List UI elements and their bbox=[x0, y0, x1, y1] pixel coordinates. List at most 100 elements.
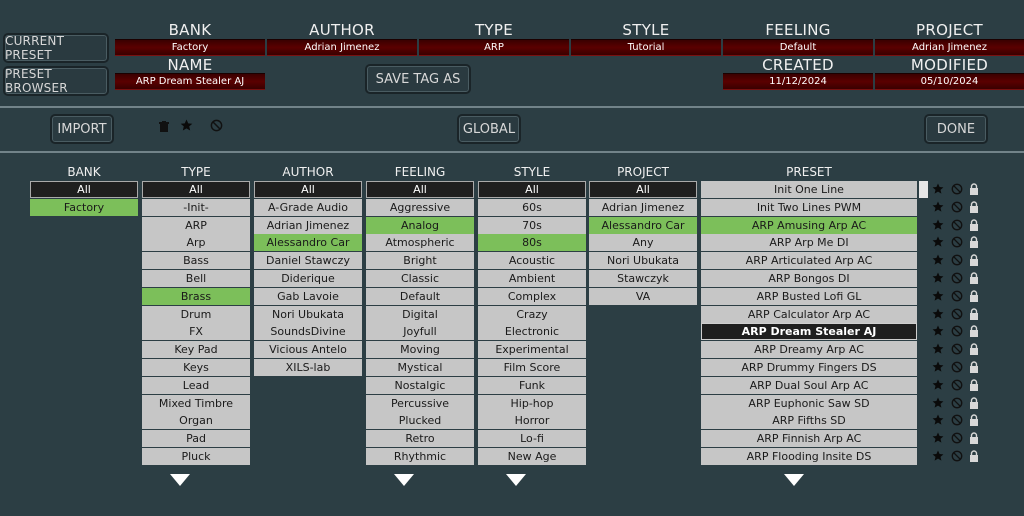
no-icon[interactable] bbox=[951, 325, 965, 339]
preset-list-item[interactable]: ARP Amusing Arp AC bbox=[701, 216, 917, 234]
type-list-item[interactable]: Pluck bbox=[142, 448, 250, 465]
no-icon[interactable] bbox=[951, 236, 965, 250]
lock-icon[interactable] bbox=[969, 218, 983, 233]
save-tag-as-button[interactable]: SAVE TAG AS bbox=[365, 64, 471, 94]
preset-scroll-down-icon[interactable] bbox=[784, 474, 804, 486]
no-icon[interactable] bbox=[951, 272, 965, 286]
style-list-item[interactable]: Film Score bbox=[478, 359, 586, 376]
trash-icon[interactable] bbox=[158, 121, 172, 135]
bank-all-item[interactable]: All bbox=[30, 181, 138, 198]
preset-browser-button[interactable]: PRESET BROWSER bbox=[3, 66, 109, 96]
star-icon[interactable] bbox=[180, 119, 194, 133]
author-list-item[interactable]: SoundsDivine bbox=[254, 323, 362, 341]
type-list-item[interactable]: Bass bbox=[142, 252, 250, 270]
star-icon[interactable] bbox=[932, 343, 946, 357]
preset-list-item[interactable]: ARP Arp Me DI bbox=[701, 234, 917, 252]
name-field[interactable]: ARP Dream Stealer AJ bbox=[115, 73, 265, 90]
type-list-item[interactable]: Drum bbox=[142, 305, 250, 323]
author-list-item[interactable]: Vicious Antelo bbox=[254, 341, 362, 359]
style-list-item[interactable]: Experimental bbox=[478, 341, 586, 359]
feeling-list-item[interactable]: Percussive bbox=[366, 394, 474, 412]
star-icon[interactable] bbox=[932, 290, 946, 304]
feeling-list-item[interactable]: Classic bbox=[366, 270, 474, 287]
star-icon[interactable] bbox=[932, 254, 946, 268]
preset-list-item[interactable]: ARP Calculator Arp AC bbox=[701, 305, 917, 323]
preset-list-item[interactable]: Init Two Lines PWM bbox=[701, 198, 917, 216]
style-list-item[interactable]: Acoustic bbox=[478, 252, 586, 270]
preset-list-item[interactable]: ARP Drummy Fingers DS bbox=[701, 359, 917, 376]
no-icon[interactable] bbox=[951, 450, 965, 464]
bank-field[interactable]: Factory bbox=[115, 39, 265, 56]
feeling-list-item[interactable]: Aggressive bbox=[366, 198, 474, 216]
type-list-item[interactable]: Arp bbox=[142, 234, 250, 252]
star-icon[interactable] bbox=[932, 183, 946, 197]
type-list-item[interactable]: -Init- bbox=[142, 198, 250, 216]
star-icon[interactable] bbox=[932, 272, 946, 286]
feeling-list-item[interactable]: Bright bbox=[366, 252, 474, 270]
type-list-item[interactable]: Pad bbox=[142, 430, 250, 448]
feeling-list-item[interactable]: Atmospheric bbox=[366, 234, 474, 252]
project-list-item[interactable]: Alessandro Car bbox=[589, 216, 697, 234]
no-icon[interactable] bbox=[951, 397, 965, 411]
lock-icon[interactable] bbox=[969, 307, 983, 322]
no-icon[interactable] bbox=[951, 254, 965, 268]
lock-icon[interactable] bbox=[969, 379, 983, 393]
feeling-list-item[interactable]: Rhythmic bbox=[366, 448, 474, 465]
preset-list-item[interactable]: ARP Dream Stealer AJ bbox=[701, 323, 917, 341]
type-all-item[interactable]: All bbox=[142, 181, 250, 198]
lock-icon[interactable] bbox=[969, 290, 983, 304]
author-list-item[interactable]: Gab Lavoie bbox=[254, 287, 362, 305]
no-icon[interactable] bbox=[210, 119, 224, 133]
style-list-item[interactable]: Funk bbox=[478, 376, 586, 394]
lock-icon[interactable] bbox=[969, 201, 983, 215]
style-all-item[interactable]: All bbox=[478, 181, 586, 198]
type-list-item[interactable]: Lead bbox=[142, 376, 250, 394]
import-button[interactable]: IMPORT bbox=[50, 114, 114, 144]
current-preset-button[interactable]: CURRENT PRESET bbox=[3, 33, 109, 63]
feeling-all-item[interactable]: All bbox=[366, 181, 474, 198]
preset-list-item[interactable]: ARP Articulated Arp AC bbox=[701, 252, 917, 270]
author-all-item[interactable]: All bbox=[254, 181, 362, 198]
style-scroll-down-icon[interactable] bbox=[506, 474, 526, 486]
star-icon[interactable] bbox=[932, 308, 946, 322]
preset-scrollbar-thumb[interactable] bbox=[919, 181, 928, 198]
style-list-item[interactable]: 70s bbox=[478, 216, 586, 234]
star-icon[interactable] bbox=[932, 397, 946, 411]
star-icon[interactable] bbox=[932, 379, 946, 393]
type-list-item[interactable]: ARP bbox=[142, 216, 250, 234]
style-list-item[interactable]: Electronic bbox=[478, 323, 586, 341]
style-list-item[interactable]: Complex bbox=[478, 287, 586, 305]
author-list-item[interactable]: Adrian Jimenez bbox=[254, 216, 362, 234]
author-list-item[interactable]: Daniel Stawczy bbox=[254, 252, 362, 270]
lock-icon[interactable] bbox=[969, 414, 983, 428]
author-list-item[interactable]: Alessandro Car bbox=[254, 234, 362, 252]
star-icon[interactable] bbox=[932, 219, 946, 233]
star-icon[interactable] bbox=[932, 450, 946, 464]
project-all-item[interactable]: All bbox=[589, 181, 697, 198]
lock-icon[interactable] bbox=[969, 432, 983, 446]
type-list-item[interactable]: FX bbox=[142, 323, 250, 341]
no-icon[interactable] bbox=[951, 432, 965, 446]
feeling-list-item[interactable]: Digital bbox=[366, 305, 474, 323]
type-field[interactable]: ARP bbox=[419, 39, 569, 56]
no-icon[interactable] bbox=[951, 343, 965, 357]
style-list-item[interactable]: Horror bbox=[478, 412, 586, 430]
no-icon[interactable] bbox=[951, 201, 965, 215]
no-icon[interactable] bbox=[951, 183, 965, 197]
author-list-item[interactable]: Nori Ubukata bbox=[254, 305, 362, 323]
lock-icon[interactable] bbox=[969, 236, 983, 250]
preset-list-item[interactable]: ARP Flooding Insite DS bbox=[701, 448, 917, 465]
lock-icon[interactable] bbox=[969, 396, 983, 411]
project-list-item[interactable]: VA bbox=[589, 287, 697, 305]
project-field[interactable]: Adrian Jimenez bbox=[875, 39, 1024, 56]
type-list-item[interactable]: Brass bbox=[142, 287, 250, 305]
preset-list-item[interactable]: ARP Busted Lofi GL bbox=[701, 287, 917, 305]
project-list-item[interactable]: Any bbox=[589, 234, 697, 252]
feeling-list-item[interactable]: Analog bbox=[366, 216, 474, 234]
style-list-item[interactable]: Hip-hop bbox=[478, 394, 586, 412]
lock-icon[interactable] bbox=[969, 272, 983, 286]
style-list-item[interactable]: Ambient bbox=[478, 270, 586, 287]
preset-list-item[interactable]: ARP Dual Soul Arp AC bbox=[701, 376, 917, 394]
global-button[interactable]: GLOBAL bbox=[457, 114, 521, 144]
feeling-list-item[interactable]: Moving bbox=[366, 341, 474, 359]
